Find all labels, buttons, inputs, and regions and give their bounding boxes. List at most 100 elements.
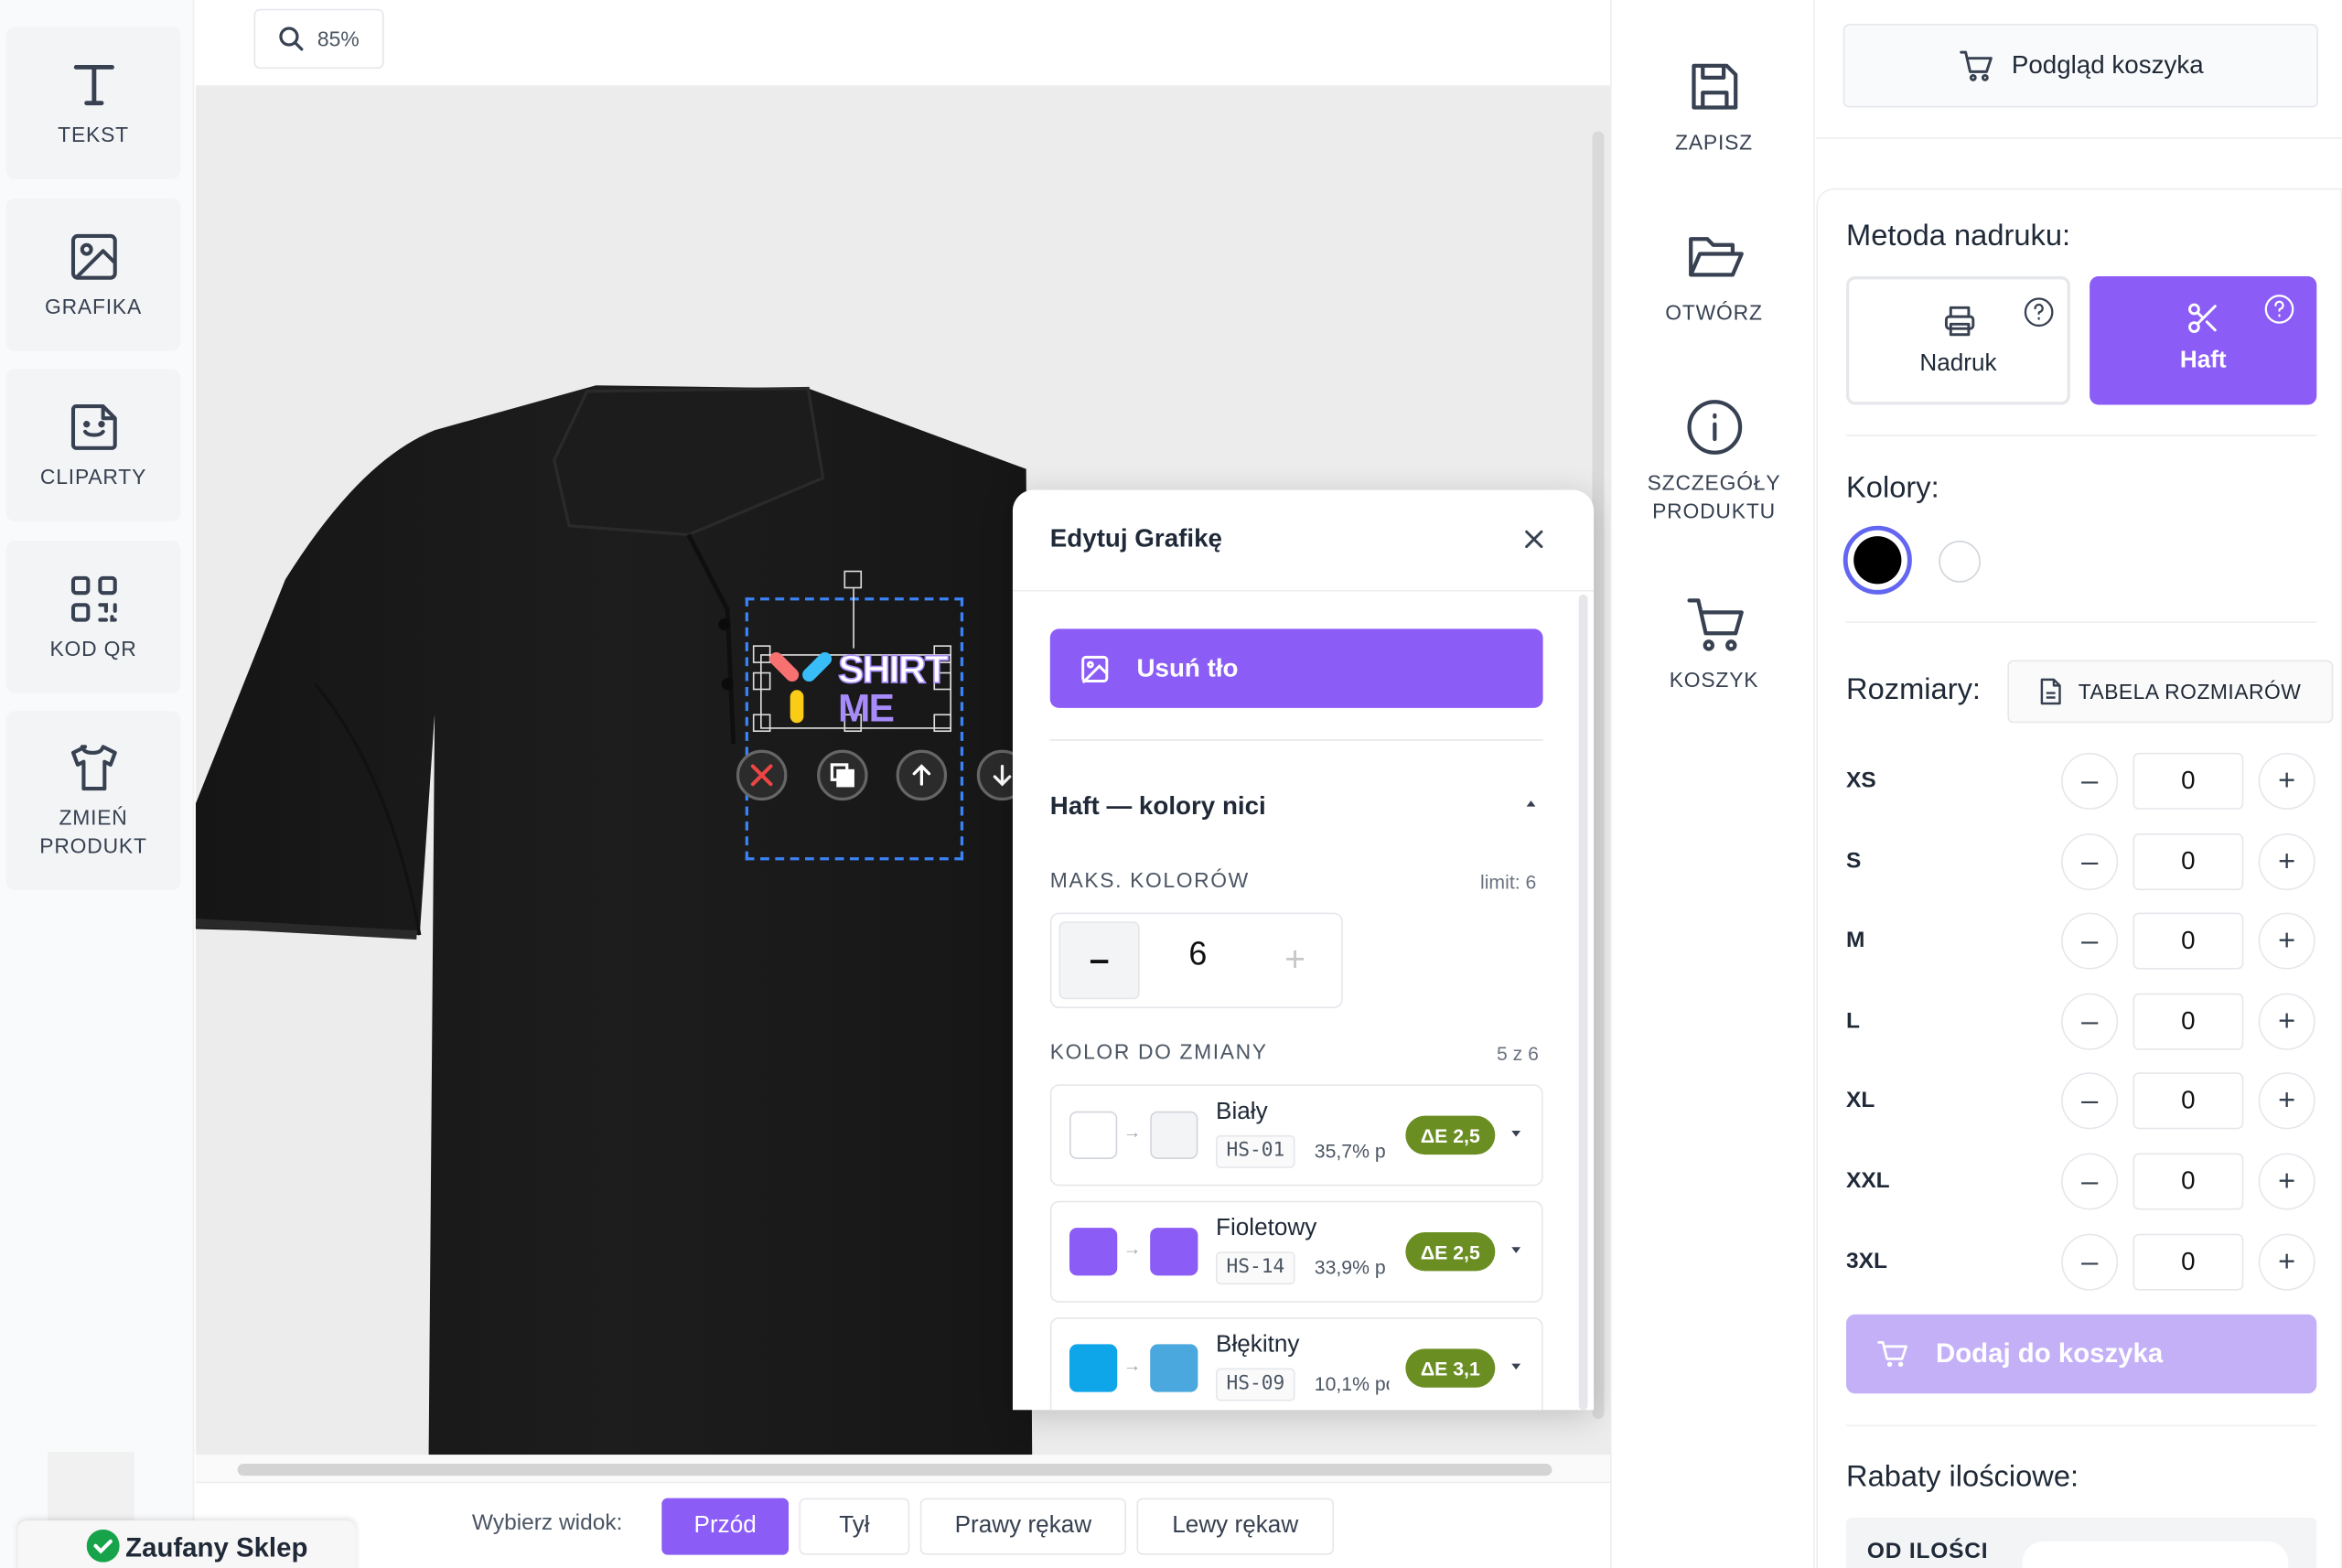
colors-title: Kolory: <box>1846 471 1939 505</box>
size-quantity-input[interactable] <box>2133 752 2244 810</box>
size-decrease-button[interactable]: – <box>2061 912 2119 970</box>
open-button[interactable]: OTWÓRZ <box>1612 227 1817 327</box>
text-tool-label: TEKST <box>58 122 129 146</box>
qr-icon <box>70 575 116 621</box>
product-color-white[interactable] <box>1939 541 1981 583</box>
size-decrease-button[interactable]: – <box>2061 833 2119 891</box>
size-decrease-button[interactable]: – <box>2061 752 2119 810</box>
product-color-black[interactable] <box>1842 525 1912 595</box>
save-label: ZAPISZ <box>1675 130 1753 155</box>
size-label: M <box>1846 927 1865 953</box>
divider <box>1816 137 2342 139</box>
max-colors-value[interactable]: 6 <box>1156 935 1240 973</box>
thread-color-card[interactable]: → Fioletowy HS-14 33,9% p ΔE 2,5 <box>1049 1200 1543 1303</box>
size-decrease-button[interactable]: – <box>2061 1233 2119 1291</box>
arrow-right-icon: → <box>1123 1354 1142 1376</box>
increase-colors-button[interactable]: + <box>1254 921 1335 999</box>
clipart-tool-button[interactable]: CLIPARTY <box>5 369 181 521</box>
size-label: XL <box>1846 1087 1875 1113</box>
delete-element-button[interactable] <box>736 749 788 801</box>
size-quantity-input[interactable] <box>2133 912 2244 970</box>
change-product-label: ZMIEŃ PRODUKT <box>39 805 147 858</box>
size-table-button[interactable]: TABELA ROZMIARÓW <box>2007 660 2334 724</box>
max-colors-stepper: – 6 + <box>1049 912 1343 1009</box>
embroidery-design[interactable]: SHIRT ME <box>760 648 970 735</box>
help-icon[interactable] <box>2023 295 2056 328</box>
add-to-cart-button[interactable]: Dodaj do koszyka <box>1846 1314 2317 1394</box>
help-icon[interactable] <box>2263 293 2296 326</box>
discount-header-cell <box>2022 1541 2289 1568</box>
text-tool-button[interactable]: TEKST <box>5 27 181 179</box>
delta-e-badge: ΔE 2,5 <box>1405 1231 1496 1272</box>
view-left-sleeve-button[interactable]: Lewy rękaw <box>1136 1498 1335 1555</box>
product-details-button[interactable]: SZCZEGÓŁY PRODUKTU <box>1612 397 1817 525</box>
size-quantity-input[interactable] <box>2133 1072 2244 1130</box>
size-label: XXL <box>1846 1167 1890 1194</box>
close-panel-icon[interactable] <box>1523 529 1544 550</box>
horizontal-scroll-thumb[interactable] <box>237 1464 1552 1477</box>
printer-icon <box>1944 306 1975 337</box>
method-embroidery-option[interactable]: Haft <box>2090 276 2317 405</box>
decrease-colors-button[interactable]: – <box>1058 921 1140 1000</box>
graphic-tool-button[interactable]: GRAFIKA <box>5 199 181 351</box>
color-count: 5 z 6 <box>1496 1042 1539 1066</box>
thread-color-code: HS-14 <box>1216 1251 1295 1285</box>
thread-color-swatch <box>1150 1228 1198 1276</box>
size-increase-button[interactable]: + <box>2258 752 2315 810</box>
save-button[interactable]: ZAPISZ <box>1612 57 1817 156</box>
size-decrease-button[interactable]: – <box>2061 1072 2119 1130</box>
thread-color-code: HS-01 <box>1216 1134 1295 1168</box>
rotate-handle[interactable] <box>843 570 863 589</box>
size-quantity-input[interactable] <box>2133 833 2244 891</box>
image-icon <box>1081 655 1109 683</box>
scroll-track <box>195 1455 1611 1482</box>
cart-label: KOSZYK <box>1669 667 1759 692</box>
zoom-control[interactable]: 85% <box>253 8 384 70</box>
thread-color-card[interactable]: → Błękitny HS-09 10,1% po ΔE 3,1 <box>1049 1317 1543 1411</box>
view-right-sleeve-button[interactable]: Prawy rękaw <box>919 1498 1127 1555</box>
size-quantity-input[interactable] <box>2133 1233 2244 1291</box>
chevron-down-icon[interactable] <box>1511 1247 1521 1253</box>
view-back-button[interactable]: Tył <box>799 1498 910 1555</box>
size-quantity-input[interactable] <box>2133 1153 2244 1210</box>
cart-button[interactable]: KOSZYK <box>1612 595 1817 694</box>
designer-app: TEKST GRAFIKA CLIPARTY KOD QR ZMIEŃ PROD… <box>0 0 2342 1568</box>
size-increase-button[interactable]: + <box>2258 833 2315 891</box>
size-increase-button[interactable]: + <box>2258 1153 2315 1210</box>
size-increase-button[interactable]: + <box>2258 1072 2315 1130</box>
document-icon <box>2041 678 2062 705</box>
duplicate-element-button[interactable] <box>817 749 868 801</box>
rotate-line <box>853 588 854 649</box>
canvas-vertical-scrollbar[interactable] <box>1592 131 1605 1420</box>
bring-forward-button[interactable] <box>896 749 948 801</box>
product-details-label: SZCZEGÓŁY PRODUKTU <box>1647 470 1781 523</box>
cart-icon <box>1686 598 1744 651</box>
divider <box>1049 739 1543 741</box>
limit-label: limit: 6 <box>1480 870 1537 894</box>
method-print-option[interactable]: Nadruk <box>1846 276 2070 405</box>
trusted-shop-badge[interactable]: Zaufany Sklep <box>17 1520 356 1568</box>
cart-preview-button[interactable]: Podgląd koszyka <box>1842 24 2318 108</box>
size-decrease-button[interactable]: – <box>2061 1153 2119 1210</box>
size-increase-button[interactable]: + <box>2258 912 2315 970</box>
chevron-down-icon[interactable] <box>1511 1363 1521 1370</box>
divider <box>1846 621 2317 623</box>
remove-background-label: Usuń tło <box>1136 653 1239 682</box>
thread-color-card[interactable]: → Biały HS-01 35,7% p ΔE 2,5 <box>1049 1084 1543 1187</box>
qr-tool-button[interactable]: KOD QR <box>5 541 181 693</box>
sticker-icon <box>70 403 116 450</box>
cart-icon <box>1959 50 1993 81</box>
size-increase-button[interactable]: + <box>2258 993 2315 1050</box>
remove-background-button[interactable]: Usuń tło <box>1049 628 1543 708</box>
chevron-down-icon[interactable] <box>1511 1130 1521 1137</box>
view-front-button[interactable]: Przód <box>661 1498 790 1555</box>
thread-colors-section-title[interactable]: Haft — kolory nici <box>1050 791 1266 822</box>
size-quantity-input[interactable] <box>2133 993 2244 1050</box>
change-product-button[interactable]: ZMIEŃ PRODUKT <box>5 711 181 891</box>
panel-scrollbar[interactable] <box>1578 594 1588 1411</box>
cart-preview-label: Podgląd koszyka <box>2011 50 2204 80</box>
thread-color-name: Błękitny <box>1216 1332 1300 1359</box>
chevron-up-icon[interactable] <box>1526 800 1536 807</box>
size-decrease-button[interactable]: – <box>2061 993 2119 1050</box>
size-increase-button[interactable]: + <box>2258 1233 2315 1291</box>
